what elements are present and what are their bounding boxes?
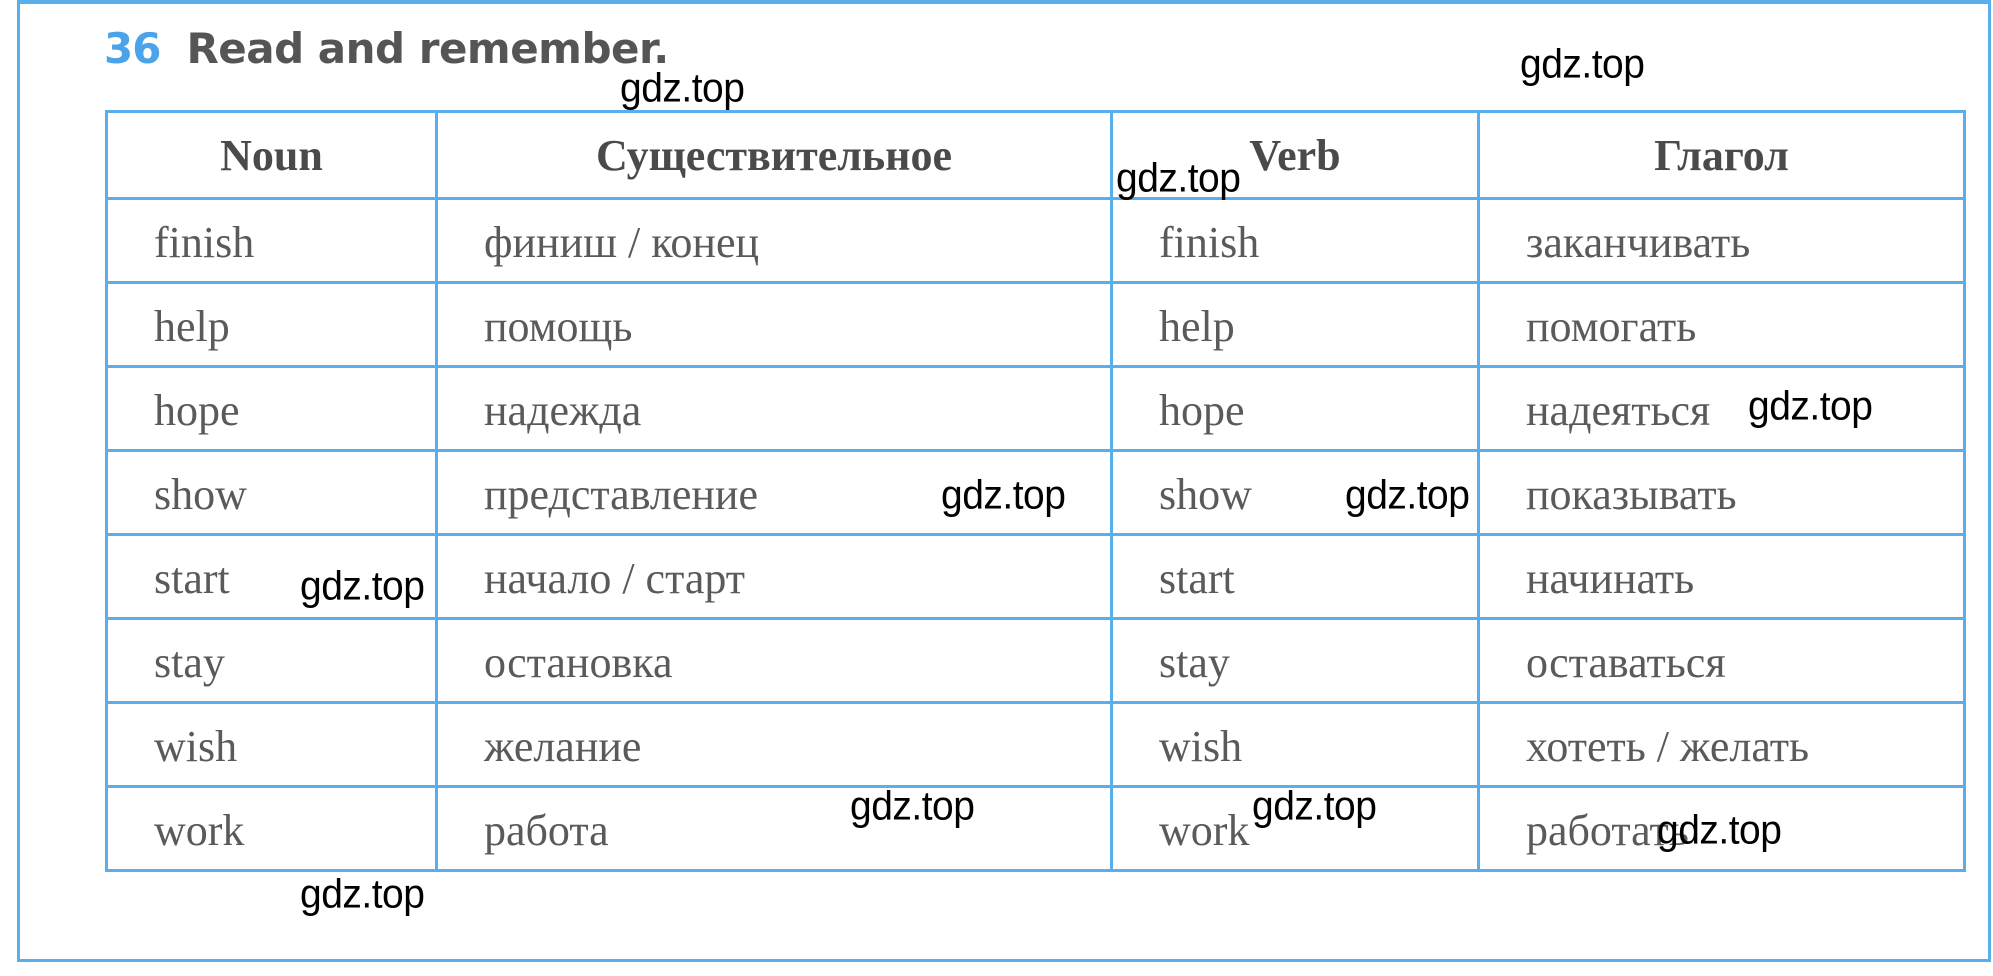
cell-verb-ru: помогать xyxy=(1477,281,1966,368)
table-row: help помощь help помогать xyxy=(105,281,1966,368)
header-noun-ru: Существительное xyxy=(435,110,1113,200)
cell-noun-ru: желание xyxy=(435,701,1113,788)
table-row: wish желание wish хотеть / желать xyxy=(105,701,1966,788)
watermark: gdz.top xyxy=(941,472,1066,519)
cell-verb-ru: начинать xyxy=(1477,533,1966,620)
cell-verb: stay xyxy=(1110,617,1480,704)
watermark: gdz.top xyxy=(300,871,425,918)
cell-verb-ru: хотеть / желать xyxy=(1477,701,1966,788)
watermark: gdz.top xyxy=(850,783,975,830)
cell-noun-ru: работа xyxy=(435,785,1113,872)
watermark: gdz.top xyxy=(1520,41,1645,88)
cell-noun-ru: остановка xyxy=(435,617,1113,704)
watermark: gdz.top xyxy=(1345,472,1470,519)
cell-verb: hope xyxy=(1110,365,1480,452)
exercise-instruction: Read and remember. xyxy=(186,24,669,73)
table-header-row: Noun Существительное Verb Глагол xyxy=(105,110,1966,200)
cell-noun: wish xyxy=(105,701,438,788)
cell-noun: hope xyxy=(105,365,438,452)
cell-verb: wish xyxy=(1110,701,1480,788)
watermark: gdz.top xyxy=(620,65,745,112)
cell-noun: show xyxy=(105,449,438,536)
table-row: stay остановка stay оставаться xyxy=(105,617,1966,704)
cell-noun: work xyxy=(105,785,438,872)
watermark: gdz.top xyxy=(1116,155,1241,202)
cell-verb: start xyxy=(1110,533,1480,620)
cell-noun: help xyxy=(105,281,438,368)
cell-noun-ru: помощь xyxy=(435,281,1113,368)
cell-noun: finish xyxy=(105,197,438,284)
watermark: gdz.top xyxy=(300,563,425,610)
cell-noun: stay xyxy=(105,617,438,704)
watermark: gdz.top xyxy=(1657,807,1782,854)
watermark: gdz.top xyxy=(1748,383,1873,430)
table-row: finish финиш / конец finish заканчивать xyxy=(105,197,1966,284)
cell-verb-ru: оставаться xyxy=(1477,617,1966,704)
cell-verb-ru: показывать xyxy=(1477,449,1966,536)
cell-verb-ru: надеяться xyxy=(1477,365,1966,452)
cell-verb: finish xyxy=(1110,197,1480,284)
exercise-number: 36 xyxy=(104,24,161,73)
cell-verb-ru: заканчивать xyxy=(1477,197,1966,284)
cell-noun-ru: финиш / конец xyxy=(435,197,1113,284)
exercise-heading: 36 Read and remember. xyxy=(104,24,669,84)
watermark: gdz.top xyxy=(1252,783,1377,830)
table-row: hope надежда hope надеяться xyxy=(105,365,1966,452)
header-verb-ru: Глагол xyxy=(1477,110,1966,200)
cell-noun-ru: надежда xyxy=(435,365,1113,452)
header-noun: Noun xyxy=(105,110,438,200)
cell-verb: help xyxy=(1110,281,1480,368)
cell-noun-ru: начало / старт xyxy=(435,533,1113,620)
